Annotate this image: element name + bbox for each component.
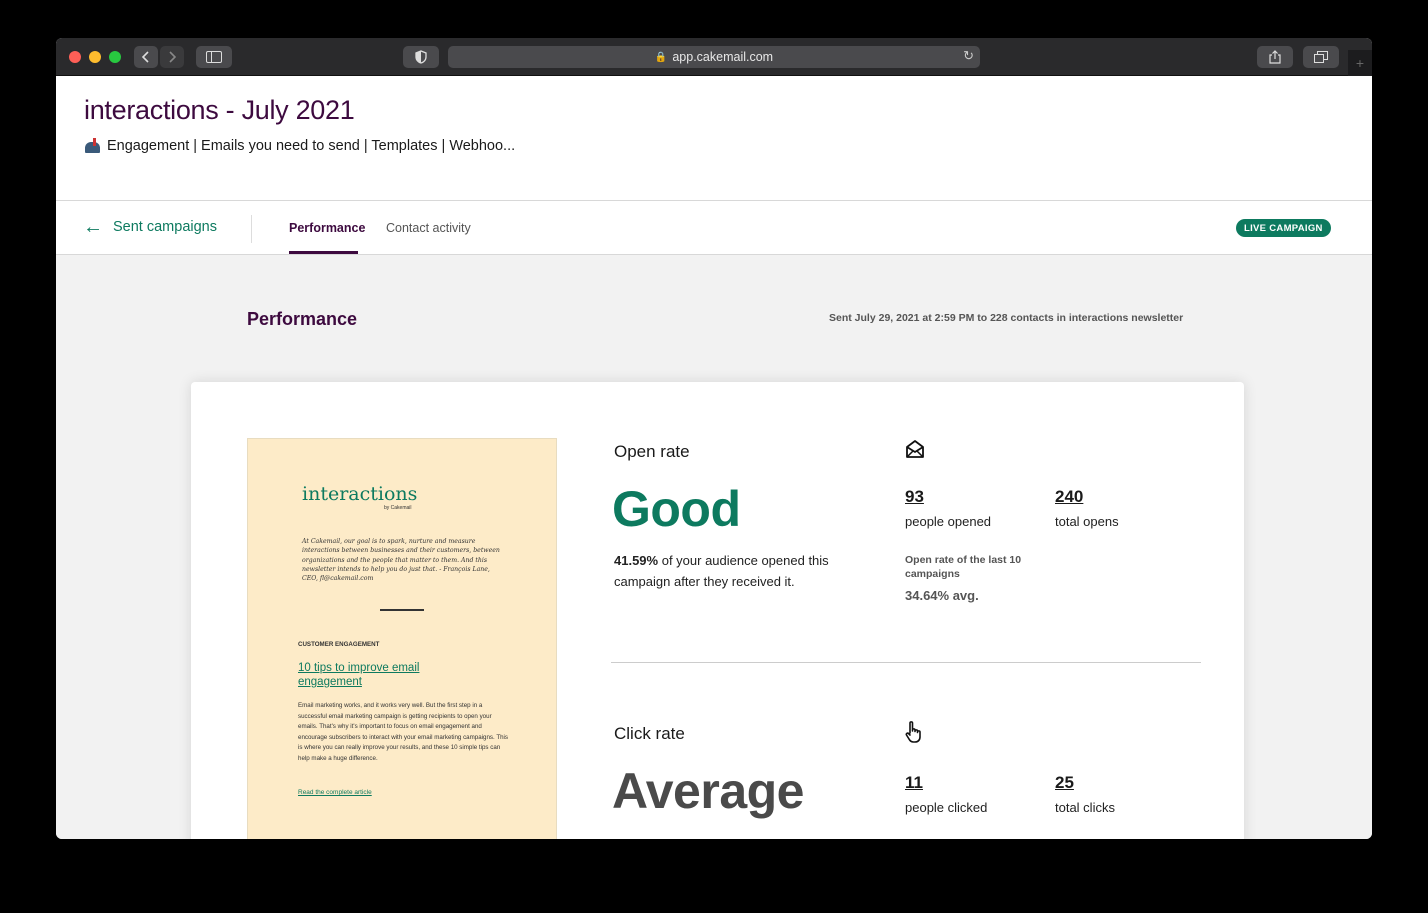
total-opens-label: total opens — [1055, 514, 1119, 529]
open-rate-avg-value: 34.64% avg. — [905, 588, 979, 603]
preview-divider — [380, 609, 424, 611]
open-rate-percent: 41.59% — [614, 553, 659, 568]
tabs-bar: ← Sent campaigns Performance Contact act… — [56, 201, 1372, 255]
shield-icon — [415, 50, 427, 64]
lock-icon: 🔒 — [654, 51, 668, 63]
share-button[interactable] — [1257, 46, 1293, 68]
envelope-open-icon — [906, 440, 924, 458]
preview-logo: interactions — [302, 483, 418, 505]
people-opened-label: people opened — [905, 514, 992, 529]
people-clicked-count[interactable]: 11 — [905, 773, 923, 793]
open-rate-label: Open rate — [614, 442, 690, 461]
preview-byline: by Cakemail — [384, 505, 412, 511]
chevron-right-icon — [169, 51, 177, 63]
page-title: interactions - July 2021 — [84, 95, 355, 125]
tab-contact-activity[interactable]: Contact activity — [386, 221, 471, 235]
section-divider — [611, 662, 1201, 663]
people-clicked-label: people clicked — [905, 800, 988, 815]
preview-body: Email marketing works, and it works very… — [298, 702, 509, 762]
campaign-header: interactions - July 2021 Engagement | Em… — [56, 76, 1372, 201]
forward-nav-button[interactable] — [160, 46, 184, 68]
reload-icon[interactable]: ↻ — [963, 48, 974, 64]
sidebar-toggle-button[interactable] — [196, 46, 232, 68]
preview-quote: At Cakemail, our goal is to spark, nurtu… — [302, 538, 500, 583]
share-icon — [1269, 50, 1281, 64]
arrow-left-icon: ← — [83, 216, 103, 238]
total-opens-count[interactable]: 240 — [1055, 487, 1083, 507]
app-content: interactions - July 2021 Engagement | Em… — [56, 76, 1372, 839]
preview-read-more-link: Read the complete article — [298, 789, 372, 796]
mailbox-icon — [84, 138, 102, 154]
browser-titlebar: 🔒 app.cakemail.com ↻ + — [56, 38, 1372, 76]
privacy-shield-button[interactable] — [403, 46, 439, 68]
open-rate-rating: Good — [612, 481, 741, 537]
back-label: Sent campaigns — [113, 219, 217, 235]
url-text: app.cakemail.com — [672, 50, 774, 64]
preview-headline: 10 tips to improve email engagement — [298, 662, 420, 688]
performance-card: interactions by Cakemail At Cakemail, ou… — [191, 382, 1244, 839]
address-bar[interactable]: 🔒 app.cakemail.com ↻ — [448, 46, 980, 68]
sent-info: Sent July 29, 2021 at 2:59 PM to 228 con… — [829, 312, 1184, 324]
active-tab-indicator — [289, 251, 358, 254]
email-preview[interactable]: interactions by Cakemail At Cakemail, ou… — [247, 438, 557, 839]
divider — [251, 215, 252, 243]
click-rate-label: Click rate — [614, 724, 685, 743]
pointer-hand-icon — [905, 721, 921, 743]
click-rate-rating: Average — [612, 763, 804, 819]
total-clicks-label: total clicks — [1055, 800, 1115, 815]
back-to-sent-campaigns-link[interactable]: ← Sent campaigns — [83, 217, 217, 237]
section-title: Performance — [247, 309, 358, 329]
minimize-window-button[interactable] — [89, 51, 101, 63]
sidebar-icon — [206, 51, 222, 63]
total-clicks-count[interactable]: 25 — [1055, 773, 1074, 793]
open-rate-avg-label: Open rate of the last 10 campaigns — [905, 554, 1022, 580]
campaign-subtitle: Engagement | Emails you need to send | T… — [84, 138, 515, 154]
new-tab-button[interactable]: + — [1348, 50, 1372, 76]
back-nav-button[interactable] — [134, 46, 158, 68]
subtitle-text: Engagement | Emails you need to send | T… — [107, 138, 516, 154]
status-badge: LIVE CAMPAIGN — [1236, 219, 1331, 237]
maximize-window-button[interactable] — [109, 51, 121, 63]
open-rate-description: 41.59% of your audience opened this camp… — [614, 550, 859, 592]
tab-performance[interactable]: Performance — [289, 221, 365, 235]
close-window-button[interactable] — [69, 51, 81, 63]
preview-category: CUSTOMER ENGAGEMENT — [298, 641, 380, 648]
tabs-icon — [1314, 51, 1328, 63]
people-opened-count[interactable]: 93 — [905, 487, 924, 507]
browser-window: 🔒 app.cakemail.com ↻ + interactions - Ju… — [56, 38, 1372, 839]
chevron-left-icon — [141, 51, 149, 63]
tab-overview-button[interactable] — [1303, 46, 1339, 68]
